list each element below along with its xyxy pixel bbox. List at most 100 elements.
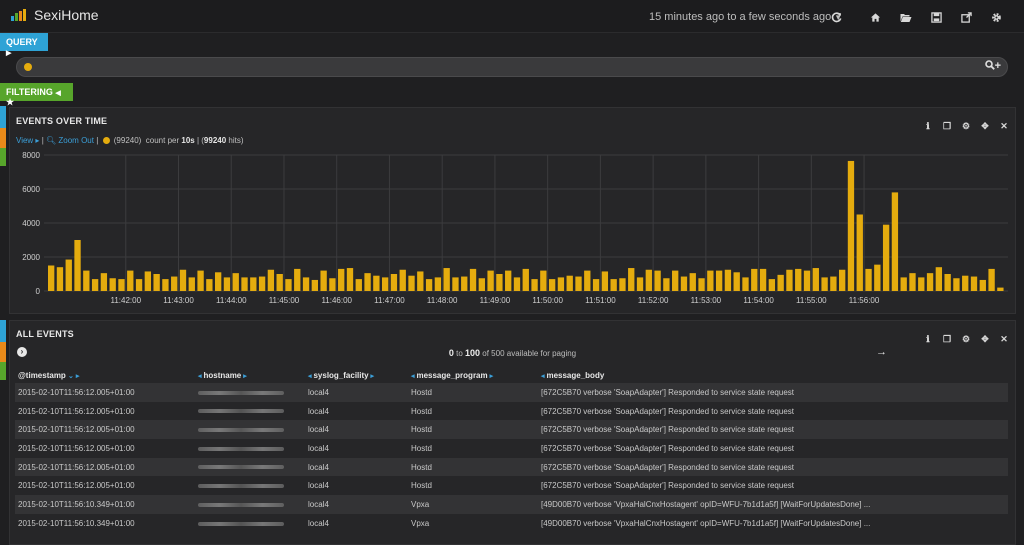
histogram-bar — [540, 270, 547, 291]
refresh-icon[interactable] — [831, 10, 843, 23]
query-actions: + — [984, 60, 1001, 72]
cell-message-body: [672C5B70 verbose 'SoapAdapter'] Respond… — [538, 476, 1008, 496]
add-query-icon[interactable]: + — [995, 60, 1001, 72]
row-tab-orange[interactable] — [0, 128, 6, 148]
histogram-bar — [346, 268, 354, 291]
move-icon[interactable]: ✥ — [980, 121, 990, 131]
histogram-bar — [768, 279, 776, 291]
table-row[interactable]: 2015-02-10T11:56:12.005+01:00 local4 Hostd… — [15, 457, 1008, 477]
info-icon[interactable]: ℹ — [923, 334, 933, 344]
table-row[interactable]: 2015-02-10T11:56:12.005+01:00 local4 Hostd… — [15, 476, 1008, 496]
share-icon[interactable] — [961, 10, 973, 23]
gear-icon[interactable] — [991, 10, 1003, 22]
histogram-bar — [390, 274, 398, 291]
histogram-bar — [548, 279, 556, 291]
query-color-dot[interactable] — [24, 63, 32, 71]
cell-timestamp: 2015-02-10T11:56:10.349+01:00 — [15, 495, 195, 514]
histogram-bar — [364, 273, 371, 291]
redacted-hostname — [198, 484, 284, 489]
row-tab-blue[interactable] — [0, 106, 6, 128]
hits-total: 99240 — [203, 136, 227, 145]
histogram-bar — [135, 279, 143, 291]
histogram-bar — [206, 279, 213, 291]
x-tick-label: 11:56:00 — [849, 296, 880, 305]
histogram-bar — [786, 269, 793, 291]
histogram-bar — [65, 259, 72, 291]
histogram-bar — [724, 269, 732, 291]
series-color-dot[interactable] — [102, 137, 110, 144]
duplicate-icon[interactable]: ❐ — [942, 334, 952, 344]
duplicate-icon[interactable]: ❐ — [942, 121, 952, 131]
query-input[interactable]: + — [16, 57, 1008, 77]
table-row[interactable]: 2015-02-10T11:56:10.349+01:00 local4 Vpxa[… — [15, 495, 1008, 514]
x-tick-label: 11:53:00 — [691, 296, 722, 305]
cell-message-body: [672C5B70 verbose 'SoapAdapter'] Respond… — [538, 439, 1008, 458]
cell-syslog-facility: local4 — [305, 495, 408, 514]
histogram-bar — [320, 270, 327, 291]
search-icon[interactable] — [984, 60, 995, 70]
histogram-bar — [619, 278, 626, 291]
save-icon[interactable] — [931, 10, 943, 23]
column-header-hostname[interactable]: ◂ hostname ▸ — [195, 367, 305, 383]
filtering-toggle[interactable]: FILTERING ◀ ★ — [0, 83, 73, 107]
row-tab-blue[interactable] — [0, 320, 6, 342]
cell-syslog-facility: local4 — [305, 457, 408, 477]
events-histogram-chart[interactable]: 0 2000 4000 6000 8000 11:42:00 11:43:00 11:44:0… — [10, 148, 1015, 308]
move-icon[interactable]: ✥ — [980, 334, 990, 344]
zoom-out-button[interactable]: 🔍︎ Zoom Out — [46, 136, 94, 145]
histogram-bar — [839, 269, 846, 291]
page-next-button[interactable]: → — [876, 346, 887, 358]
star-icon: ★ — [6, 97, 15, 107]
histogram-bar — [531, 279, 538, 291]
histogram-bar — [425, 279, 433, 291]
x-tick-label: 11:44:00 — [216, 296, 247, 305]
x-tick-label: 11:45:00 — [269, 296, 300, 305]
view-menu[interactable]: View ▸ — [16, 136, 39, 145]
histogram-bar — [953, 278, 960, 291]
panel-tools: ℹ ❐ ⚙ ✥ ✕ — [914, 116, 1009, 131]
table-row[interactable]: 2015-02-10T11:56:12.005+01:00 local4 Hostd… — [15, 401, 1008, 421]
column-header-message-program[interactable]: ◂ message_program ▸ — [408, 367, 538, 383]
redacted-hostname — [198, 390, 284, 395]
y-tick-label: 6000 — [22, 185, 40, 194]
histogram-bar — [777, 274, 784, 291]
table-header-row: @timestamp ⌄ ▸ ◂ hostname ▸ ◂ syslog_fac… — [15, 367, 1008, 383]
table-row[interactable]: 2015-02-10T11:56:10.349+01:00 local4 Vpxa[… — [15, 513, 1008, 533]
histogram-bar — [680, 276, 688, 291]
histogram-bar — [496, 274, 503, 291]
gear-icon[interactable]: ⚙ — [961, 334, 971, 344]
histogram-bar — [628, 268, 635, 291]
histogram-bar — [847, 160, 855, 291]
histogram-bar — [399, 269, 406, 291]
row-tab-green[interactable] — [0, 362, 6, 380]
close-icon[interactable]: ✕ — [999, 121, 1009, 131]
cell-hostname — [195, 401, 305, 421]
query-toggle[interactable]: QUERY ▶ — [0, 33, 48, 57]
histogram-bar — [100, 273, 108, 291]
info-icon[interactable]: ℹ — [923, 121, 933, 131]
cell-hostname — [195, 439, 305, 458]
gear-icon[interactable]: ⚙ — [961, 121, 971, 131]
x-tick-label: 11:51:00 — [585, 296, 616, 305]
panel-title: EVENTS OVER TIME — [16, 116, 108, 126]
table-row[interactable]: 2015-02-10T11:56:12.005+01:00 local4 Hostd… — [15, 439, 1008, 458]
table-row[interactable]: 2015-02-10T11:56:12.005+01:00 local4 Hostd… — [15, 420, 1008, 440]
column-header-timestamp[interactable]: @timestamp ⌄ ▸ — [15, 367, 195, 383]
table-row[interactable]: 2015-02-10T11:56:12.005+01:00 local4 Hostd… — [15, 383, 1008, 402]
column-header-message-body[interactable]: ◂ message_body — [538, 367, 1008, 383]
home-icon[interactable] — [870, 10, 882, 22]
row-tab-orange[interactable] — [0, 342, 6, 362]
y-tick-label: 8000 — [22, 151, 40, 160]
column-header-syslog-facility[interactable]: ◂ syslog_facility ▸ — [305, 367, 408, 383]
cell-hostname — [195, 513, 305, 533]
histogram-meta: View ▸ | 🔍︎ Zoom Out | (99240) count per… — [16, 136, 244, 145]
row-tab-green[interactable] — [0, 148, 6, 166]
cell-syslog-facility: local4 — [305, 401, 408, 421]
histogram-bar — [171, 276, 178, 291]
x-tick-label: 11:43:00 — [163, 296, 194, 305]
histogram-bar — [109, 278, 116, 291]
histogram-bar — [918, 277, 925, 291]
close-icon[interactable]: ✕ — [999, 334, 1009, 344]
folder-open-icon[interactable] — [900, 10, 912, 22]
histogram-bar — [478, 278, 485, 291]
